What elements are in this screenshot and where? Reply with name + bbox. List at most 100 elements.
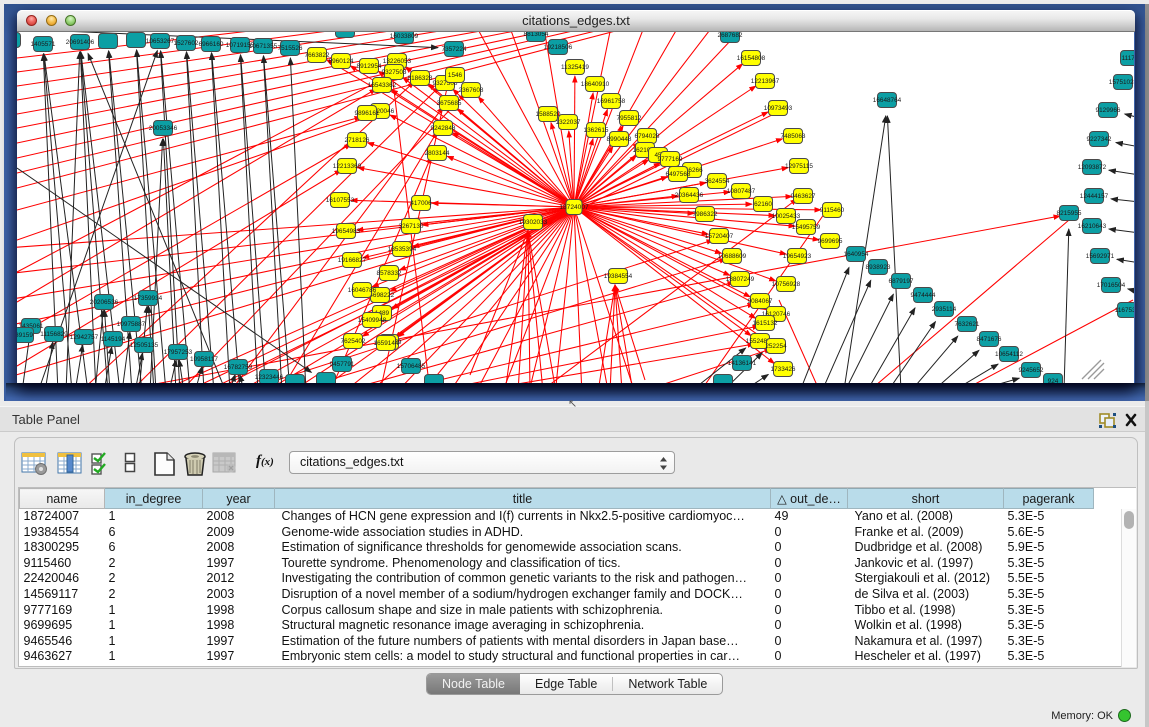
svg-text:7625402: 7625402 [341, 338, 366, 345]
svg-text:9084067: 9084067 [748, 298, 773, 305]
svg-text:11173: 11173 [1122, 55, 1134, 62]
svg-text:10973493: 10973493 [764, 105, 793, 112]
svg-text:1405571: 1405571 [31, 41, 56, 48]
svg-text:10654112: 10654112 [995, 351, 1023, 358]
svg-text:19654983: 19654983 [332, 228, 361, 235]
svg-text:10807487: 10807487 [727, 188, 756, 195]
svg-text:1588520: 1588520 [536, 111, 561, 118]
svg-text:16154808: 16154808 [737, 55, 766, 62]
svg-text:1145194: 1145194 [101, 336, 126, 343]
svg-text:9457791: 9457791 [330, 361, 355, 368]
svg-text:9699695: 9699695 [818, 238, 843, 245]
svg-text:16210643: 16210643 [1078, 223, 1107, 230]
svg-text:20364436: 20364436 [675, 192, 704, 199]
svg-text:1640954: 1640954 [844, 251, 869, 258]
svg-text:3267130: 3267130 [399, 223, 424, 230]
svg-text:9115460: 9115460 [820, 207, 845, 214]
svg-text:16033809: 16033809 [390, 33, 419, 40]
svg-text:16648764: 16648764 [873, 97, 902, 104]
svg-text:15751024: 15751024 [1109, 79, 1134, 86]
svg-text:8960124: 8960124 [329, 58, 354, 65]
svg-text:12975115: 12975115 [785, 163, 813, 170]
svg-text:19384554: 19384554 [604, 273, 633, 280]
svg-text:1527602: 1527602 [174, 40, 199, 47]
svg-text:10975887: 10975887 [117, 321, 146, 328]
svg-text:417006: 417006 [410, 200, 432, 207]
svg-text:19218506: 19218506 [544, 44, 573, 51]
svg-text:2935114: 2935114 [932, 306, 957, 313]
svg-text:10671355: 10671355 [249, 43, 278, 50]
svg-text:9777169: 9777169 [658, 156, 683, 163]
svg-text:8578332: 8578332 [377, 270, 402, 277]
svg-text:16046786: 16046786 [348, 287, 377, 294]
svg-text:17016504: 17016504 [1097, 282, 1126, 289]
svg-text:20691406: 20691406 [66, 39, 95, 46]
svg-text:19302033: 19302033 [519, 219, 548, 226]
svg-text:1733426: 1733426 [771, 366, 796, 373]
svg-text:19654923: 19654923 [783, 253, 812, 260]
svg-text:11325419: 11325419 [561, 64, 589, 71]
svg-text:7986322: 7986322 [693, 211, 718, 218]
svg-text:8186328: 8186328 [408, 75, 433, 82]
svg-text:18807249: 18807249 [726, 276, 755, 283]
svg-text:39159: 39159 [17, 332, 33, 339]
svg-text:15409948: 15409948 [358, 317, 387, 324]
svg-text:9463627: 9463627 [791, 193, 816, 200]
svg-text:12323446: 12323446 [255, 374, 284, 381]
svg-text:3675685: 3675685 [437, 100, 462, 107]
svg-text:18724007: 18724007 [559, 204, 589, 211]
svg-text:12444157: 12444157 [1080, 193, 1109, 200]
svg-text:2687682: 2687682 [718, 32, 743, 39]
svg-text:8938923: 8938923 [866, 264, 891, 271]
svg-text:6794028: 6794028 [635, 133, 660, 140]
svg-text:6966160: 6966160 [199, 41, 224, 48]
svg-text:11156829: 11156829 [40, 331, 68, 338]
svg-text:20053346: 20053346 [149, 125, 178, 132]
svg-text:12213967: 12213967 [751, 78, 780, 85]
svg-text:9242848: 9242848 [431, 125, 456, 132]
svg-text:16782759: 16782759 [224, 364, 253, 371]
svg-text:15706485: 15706485 [397, 363, 426, 370]
svg-text:19166827: 19166827 [338, 257, 367, 264]
svg-text:1167534: 1167534 [1115, 307, 1134, 314]
svg-text:8215955: 8215955 [1057, 210, 1082, 217]
svg-text:9227342: 9227342 [1087, 136, 1112, 143]
svg-text:15720407: 15720407 [705, 233, 734, 240]
svg-text:6497568: 6497568 [666, 171, 691, 178]
svg-text:1322037: 1322037 [556, 119, 581, 126]
svg-text:15692971: 15692971 [1086, 253, 1115, 260]
svg-text:7357224: 7357224 [442, 46, 467, 53]
svg-text:12213369: 12213369 [333, 163, 362, 170]
svg-text:10958117: 10958117 [190, 356, 218, 363]
svg-text:9129966: 9129966 [1096, 107, 1121, 114]
svg-text:17957253: 17957253 [164, 349, 193, 356]
svg-text:3624554: 3624554 [705, 178, 730, 185]
svg-text:12505135: 12505135 [130, 342, 159, 349]
svg-text:10756928: 10756928 [772, 281, 801, 288]
svg-text:8471676: 8471676 [977, 336, 1002, 343]
svg-text:8990448: 8990448 [607, 136, 632, 143]
svg-text:7515526: 7515526 [278, 45, 303, 52]
svg-text:8912954: 8912954 [357, 63, 382, 70]
svg-text:1546: 1546 [448, 72, 463, 79]
svg-text:16961758: 16961758 [597, 98, 626, 105]
svg-text:9474444: 9474444 [911, 292, 936, 299]
svg-text:10688609: 10688609 [718, 253, 747, 260]
svg-text:2803144: 2803144 [425, 150, 450, 157]
svg-text:13535394: 13535394 [388, 246, 417, 253]
svg-text:1659144: 1659144 [374, 340, 399, 347]
svg-text:7485063: 7485063 [781, 133, 806, 140]
svg-text:18640910: 18640910 [581, 81, 610, 88]
svg-text:2718126: 2718126 [345, 137, 370, 144]
svg-text:924: 924 [1048, 378, 1059, 383]
svg-text:252254: 252254 [765, 343, 787, 350]
svg-text:7663822: 7663822 [305, 52, 330, 59]
svg-text:20206536: 20206536 [90, 299, 119, 306]
svg-text:10653267: 10653267 [146, 38, 175, 45]
svg-text:62160: 62160 [754, 201, 772, 208]
svg-text:16107553: 16107553 [326, 197, 355, 204]
svg-text:16543362: 16543362 [368, 82, 397, 89]
svg-text:12942757: 12942757 [70, 334, 99, 341]
svg-text:12093872: 12093872 [1078, 164, 1107, 171]
svg-text:1362615: 1362615 [584, 127, 609, 134]
